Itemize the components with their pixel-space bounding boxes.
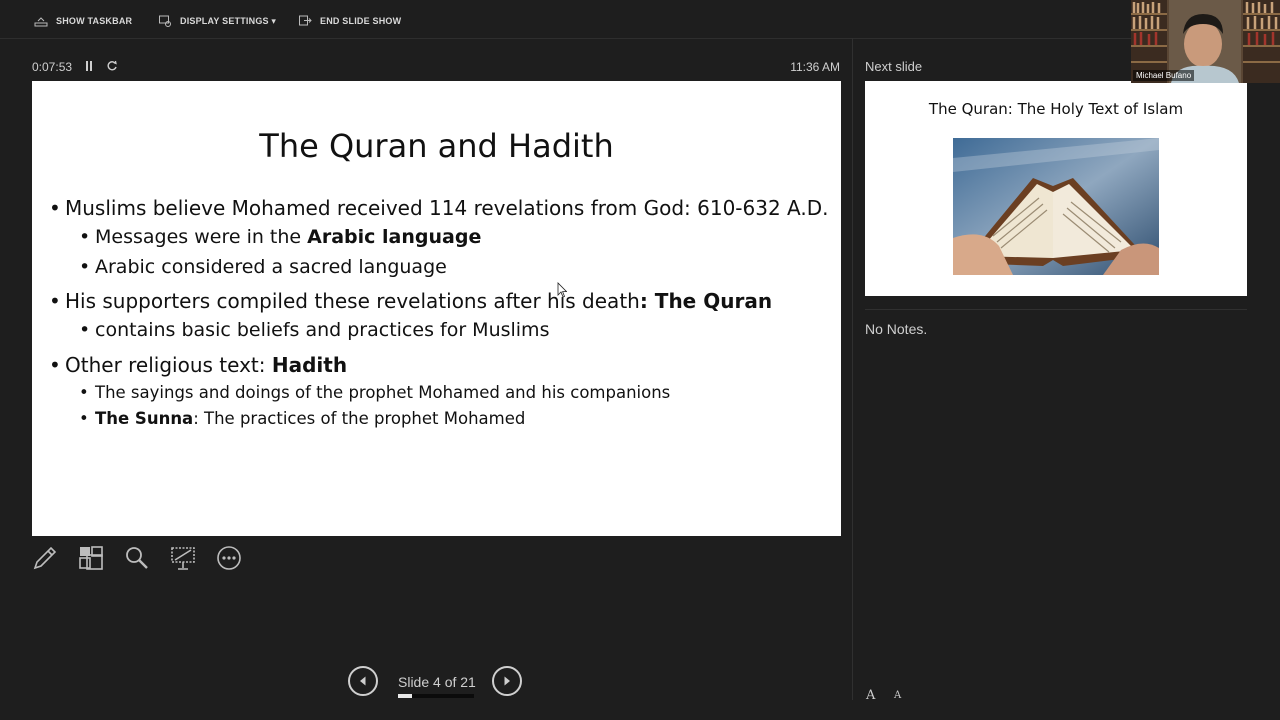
restart-timer-icon[interactable] [106, 60, 118, 72]
bullet-bold-text: Arabic language [307, 226, 482, 248]
notes-divider [865, 309, 1247, 310]
slide-title: The Quran and Hadith [259, 127, 614, 165]
bullet-1-2: • Arabic considered a sacred language [79, 256, 447, 278]
previous-arrow-icon [360, 676, 366, 686]
speaker-notes: No Notes. [865, 321, 928, 337]
zoom-icon [126, 547, 148, 569]
bullet-text: The sayings and doings of the prophet Mo… [95, 383, 671, 402]
bullet-text: contains basic beliefs and practices for… [95, 319, 550, 341]
next-slide-preview[interactable]: The Quran: The Holy Text of Islam [865, 81, 1247, 296]
panel-divider[interactable] [852, 38, 853, 700]
pause-icon[interactable] [84, 60, 94, 72]
bullet-text: Messages were in the [95, 226, 308, 248]
bullet-2: • His supporters compiled these revelatio… [49, 289, 773, 313]
end-show-icon [299, 15, 312, 26]
participant-name: Michael Bufano [1133, 70, 1195, 81]
bullet-3: • Other religious text: Hadith [49, 353, 348, 377]
next-slide-title: The Quran: The Holy Text of Islam [928, 100, 1184, 118]
show-taskbar-label: SHOW TASKBAR [56, 16, 133, 26]
end-slide-show-button[interactable]: END SLIDE SHOW [298, 13, 401, 29]
end-slide-show-label: END SLIDE SHOW [320, 16, 402, 26]
slide-progress-bar [398, 694, 474, 698]
pen-tool-button[interactable] [30, 543, 60, 573]
decrease-font-button[interactable]: A [894, 690, 901, 701]
pen-icon [33, 546, 57, 570]
quran-book-image [953, 138, 1159, 275]
clock: 11:36 AM [790, 60, 840, 74]
bullet-3-2: • The Sunna: The practices of the prophet… [79, 409, 526, 428]
previous-slide-button[interactable] [348, 666, 378, 696]
display-settings-icon [159, 15, 171, 27]
slide-progress-fill [398, 694, 413, 698]
slides-grid-icon [79, 546, 103, 570]
more-options-icon [217, 546, 241, 570]
increase-font-button[interactable]: A [866, 688, 875, 703]
next-slide-button[interactable] [492, 666, 522, 696]
black-screen-button[interactable] [168, 543, 198, 573]
taskbar-icon [34, 17, 48, 27]
next-slide-label: Next slide [865, 59, 923, 74]
bullet-bold-text: Hadith [271, 353, 348, 377]
open-book-image [953, 138, 1159, 275]
presenter-tools [30, 543, 244, 573]
show-taskbar-button[interactable]: SHOW TASKBAR [34, 13, 132, 29]
display-settings-button[interactable]: DISPLAY SETTINGS ▾ [158, 13, 276, 29]
slide-navigation: Slide 4 of 21 [348, 666, 528, 702]
display-settings-label: DISPLAY SETTINGS ▾ [180, 15, 277, 26]
mouse-cursor-icon [557, 282, 567, 298]
bullet-2-1: • contains basic beliefs and practices fo… [79, 319, 550, 341]
see-all-slides-button[interactable] [76, 543, 106, 573]
presenter-toolbar: SHOW TASKBAR DISPLAY SETTINGS ▾ END SLID… [0, 0, 1280, 39]
bullet-bold-text: The Sunna [95, 409, 194, 428]
bullet-bold-text: : The Quran [639, 289, 773, 313]
zoom-button[interactable] [122, 543, 152, 573]
bullet-3-1: • The sayings and doings of the prophet M… [79, 383, 671, 402]
slide-counter[interactable]: Slide 4 of 21 [398, 674, 476, 690]
elapsed-timer: 0:07:53 [32, 60, 73, 74]
bullet-text: Other religious text: [65, 353, 272, 377]
current-slide[interactable]: The Quran and Hadith • Muslims believe Mo… [32, 81, 841, 536]
next-arrow-icon [504, 676, 510, 686]
bullet-text: Arabic considered a sacred language [95, 256, 447, 278]
bullet-1-1: • Messages were in the Arabic language [79, 226, 482, 248]
more-options-button[interactable] [214, 543, 244, 573]
screen-pointer-icon [171, 547, 195, 570]
bullet-text: Muslims believe Mohamed received 114 rev… [65, 196, 829, 220]
timer-row: 0:07:53 11:36 AM [32, 58, 840, 76]
bullet-1: • Muslims believe Mohamed received 114 re… [49, 196, 829, 220]
video-thumbnail[interactable]: Michael Bufano [1131, 0, 1280, 83]
bullet-text: : The practices of the prophet Mohamed [193, 409, 526, 428]
bullet-text: His supporters compiled these revelation… [65, 289, 640, 313]
